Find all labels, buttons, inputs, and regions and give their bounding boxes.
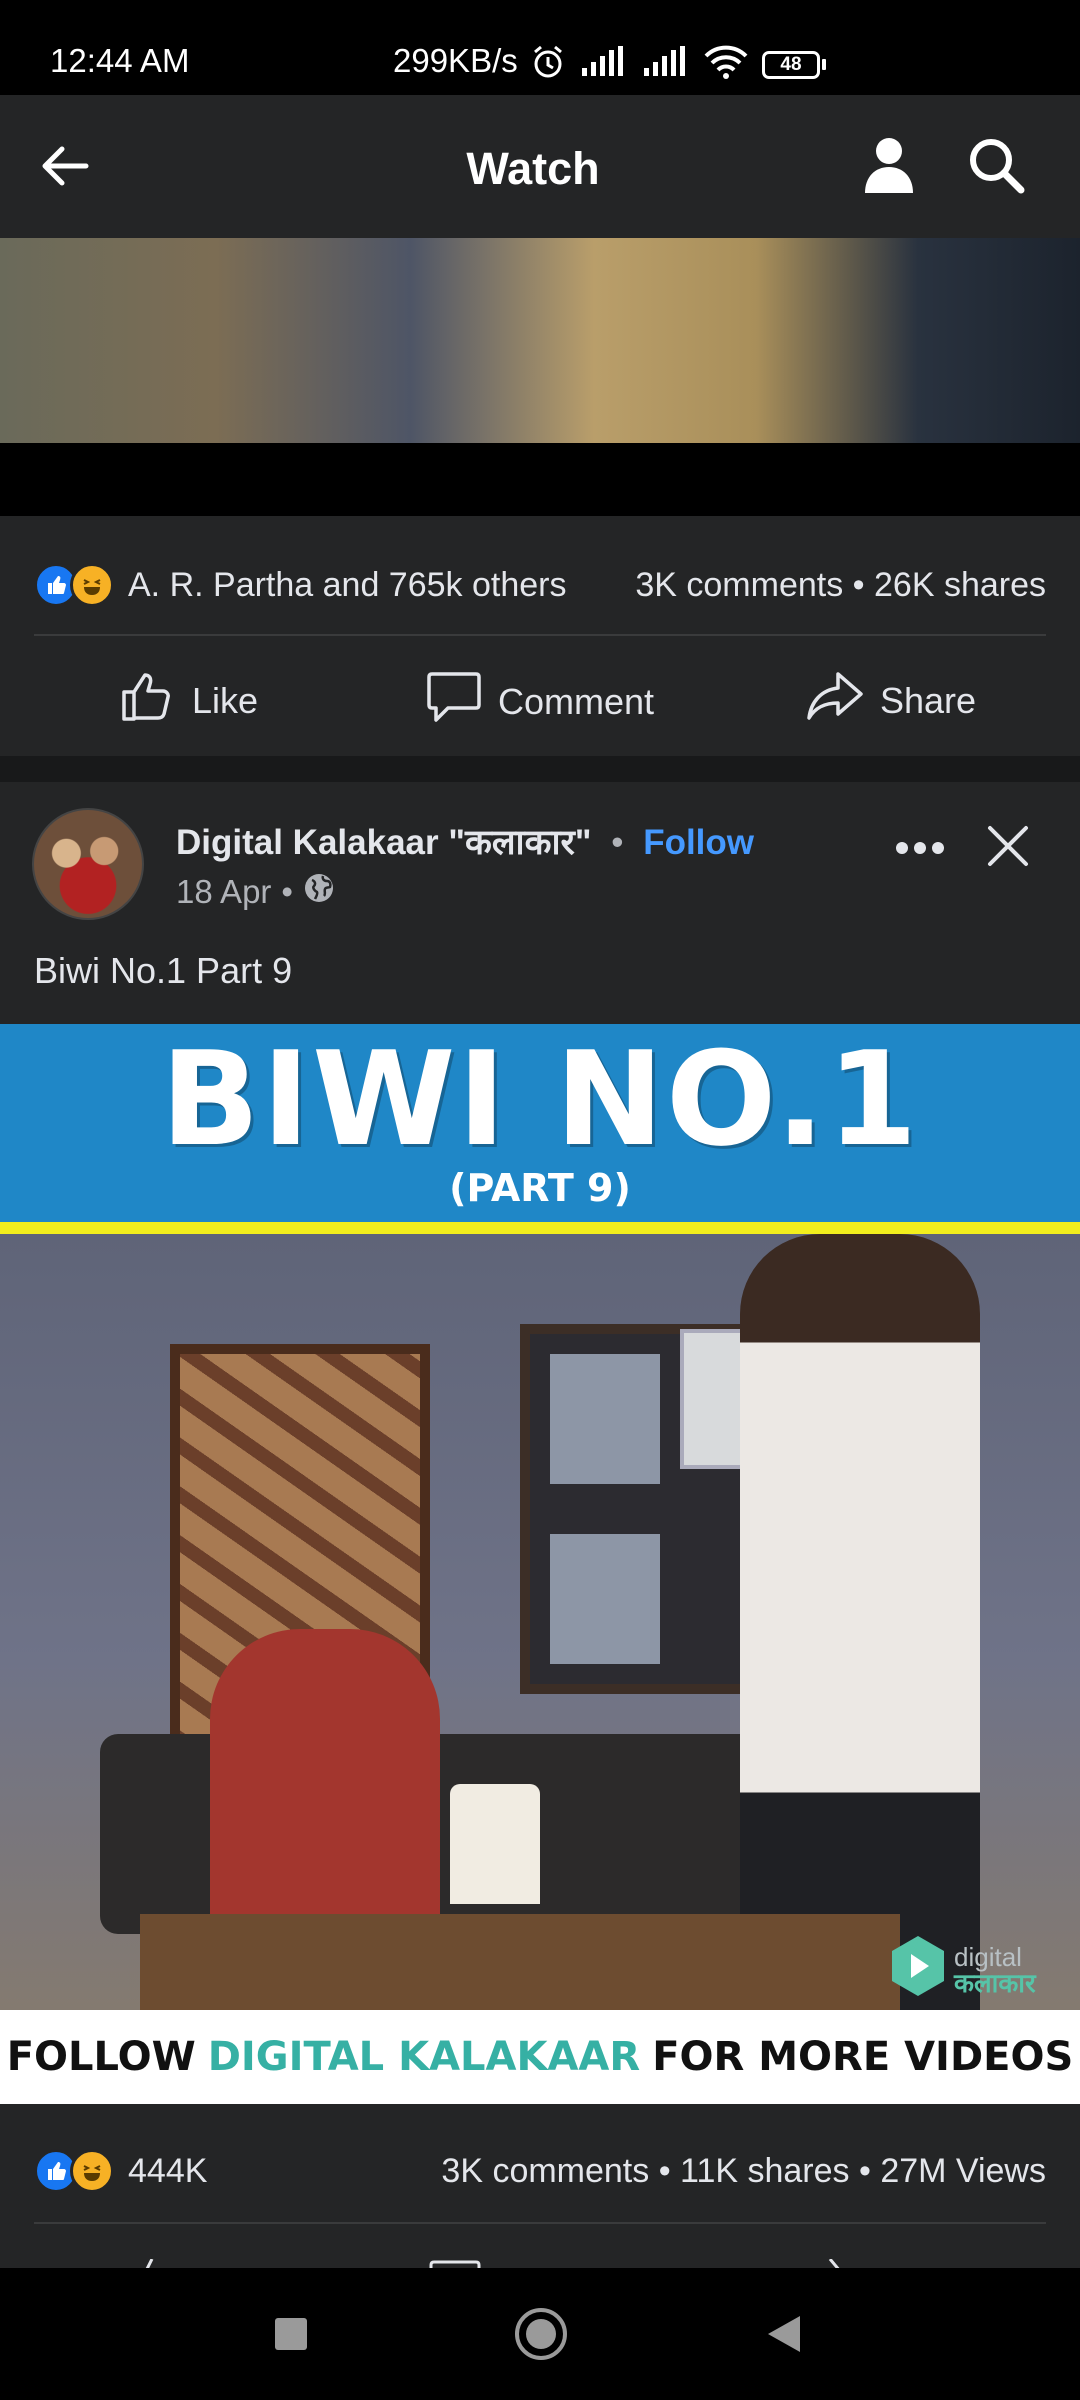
like-button[interactable]: Like: [120, 670, 258, 731]
reaction-summary[interactable]: A. R. Partha and 765k others: [128, 566, 566, 605]
watermark-line1: digital: [954, 1941, 1022, 1972]
post-engagement[interactable]: A. R. Partha and 765k others 3K comments…: [34, 558, 1046, 612]
alarm-icon: [530, 44, 566, 85]
status-bar: 12:44 AM 299KB/s 48: [0, 0, 1080, 95]
system-nav-bar: [0, 2268, 1080, 2400]
profile-icon[interactable]: [862, 135, 916, 200]
signal-icon: [642, 46, 690, 83]
video-player[interactable]: BIWI NO.1 (PART 9) digital कलाकार FOLLOW…: [0, 1024, 1080, 2104]
like-icon: [120, 670, 176, 731]
video-player[interactable]: [0, 238, 1080, 516]
share-icon: [806, 670, 864, 731]
post-separator: [0, 756, 1080, 782]
meta-separator: •: [281, 873, 293, 910]
share-button[interactable]: Share: [806, 670, 976, 731]
post-meta: 18 Apr •: [176, 872, 335, 912]
lamp: [450, 1784, 540, 1904]
close-icon[interactable]: [986, 824, 1030, 873]
video-title-banner: BIWI NO.1 (PART 9): [0, 1024, 1080, 1222]
page-name-row: Digital Kalakaar "कलाकार" • Follow: [176, 818, 754, 865]
more-options-icon[interactable]: [895, 840, 945, 861]
network-speed: 299KB/s: [393, 42, 518, 79]
post-actions: [0, 2254, 1080, 2268]
comment-icon[interactable]: [428, 2258, 482, 2268]
post-stats[interactable]: 3K comments • 11K shares • 27M Views: [441, 2152, 1046, 2191]
page-name[interactable]: Digital Kalakaar "कलाकार": [176, 823, 591, 862]
table: [140, 1914, 900, 2010]
play-logo-icon: [888, 1934, 948, 2005]
follow-banner: FOLLOW DIGITAL KALAKAAR FOR MORE VIDEOS: [0, 2010, 1080, 2104]
channel-watermark: digital कलाकार: [888, 1934, 1036, 2005]
home-icon[interactable]: [500, 2268, 582, 2400]
separator: •: [611, 823, 624, 862]
haha-reaction-icon: [70, 563, 114, 607]
post-engagement[interactable]: 444K 3K comments • 11K shares • 27M View…: [34, 2144, 1046, 2198]
video-title: BIWI NO.1: [160, 1024, 920, 1175]
like-icon[interactable]: [140, 2258, 160, 2268]
reactions[interactable]: [34, 563, 114, 607]
banner-prefix: FOLLOW: [6, 2034, 196, 2080]
banner-stripe: [0, 1222, 1080, 1234]
back-icon[interactable]: [742, 2268, 824, 2400]
globe-icon: [303, 872, 335, 912]
follow-button[interactable]: Follow: [643, 823, 754, 862]
like-label: Like: [192, 679, 259, 721]
app-header: Watch: [0, 95, 1080, 238]
banner-accent: DIGITAL KALAKAAR: [207, 2034, 641, 2080]
recents-icon[interactable]: [250, 2268, 332, 2400]
status-time: 12:44 AM: [50, 42, 190, 79]
comment-label: Comment: [498, 680, 655, 722]
signal-icon: [580, 46, 628, 83]
share-icon[interactable]: [828, 2258, 848, 2268]
avatar[interactable]: [32, 808, 144, 920]
video-frame: [0, 238, 1080, 443]
haha-reaction-icon: [70, 2149, 114, 2193]
video-frame: digital कलाकार: [0, 1234, 1080, 2010]
status-icons: 48: [530, 44, 826, 85]
battery-level: 48: [762, 50, 820, 79]
battery-icon: 48: [762, 50, 826, 79]
divider: [34, 2222, 1046, 2224]
comment-button[interactable]: Comment: [426, 670, 654, 733]
comment-icon: [426, 670, 482, 733]
post-header: Digital Kalakaar "कलाकार" • Follow 18 Ap…: [0, 782, 1080, 1022]
divider: [34, 634, 1046, 636]
share-label: Share: [880, 679, 977, 721]
person: [210, 1629, 440, 1949]
post-date[interactable]: 18 Apr: [176, 873, 271, 911]
wifi-icon: [704, 45, 748, 84]
watermark-line2: कलाकार: [954, 1967, 1036, 1998]
post-stats[interactable]: 3K comments • 26K shares: [635, 566, 1046, 605]
person: [740, 1234, 980, 2010]
reaction-count[interactable]: 444K: [128, 2152, 207, 2191]
banner-suffix: FOR MORE VIDEOS: [652, 2034, 1074, 2080]
post-caption: Biwi No.1 Part 9: [34, 950, 293, 991]
post-actions: Like Comment Share: [0, 660, 1080, 734]
reactions[interactable]: [34, 2149, 114, 2193]
search-icon[interactable]: [966, 135, 1026, 200]
